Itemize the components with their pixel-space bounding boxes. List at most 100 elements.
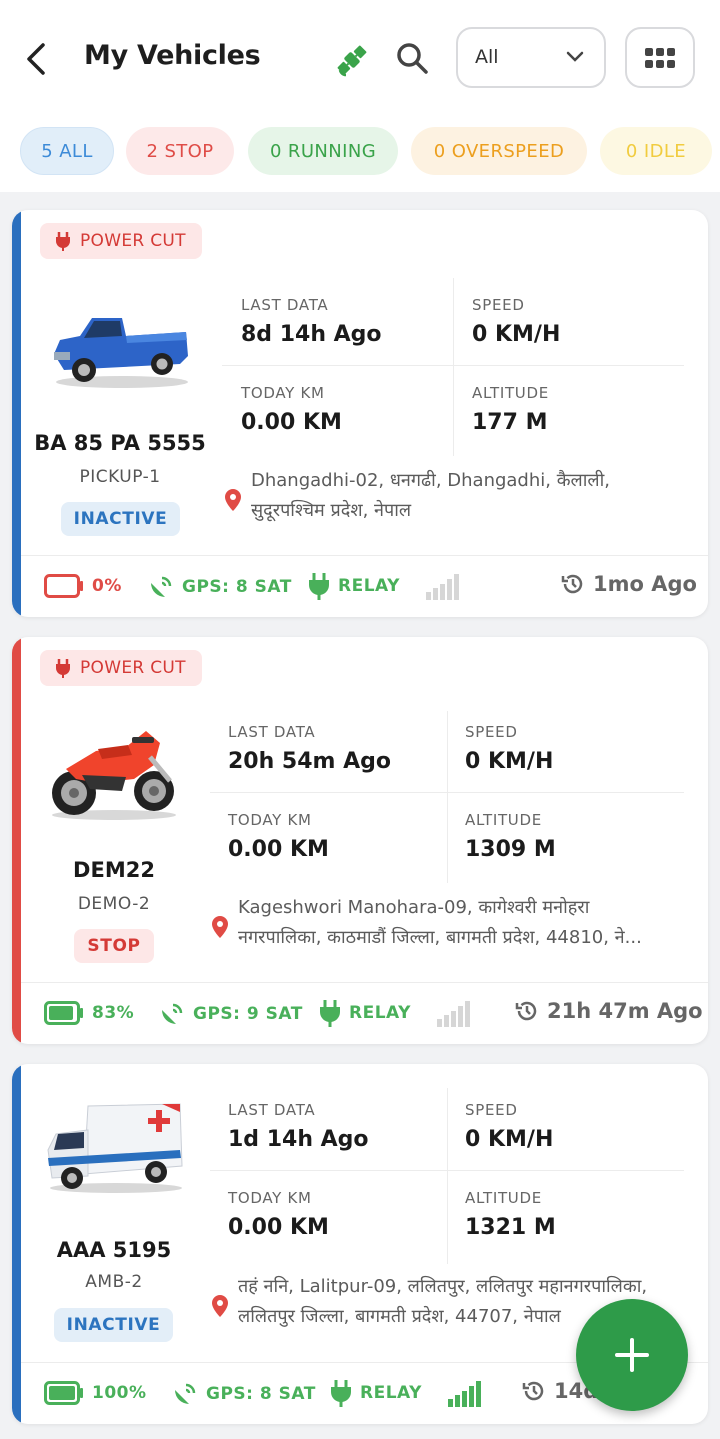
chip-overspeed[interactable]: 0 OVERSPEED <box>411 127 587 175</box>
signal-strength-icon <box>426 574 459 600</box>
altitude-label: ALTITUDE <box>465 1189 542 1207</box>
divider <box>210 1170 684 1171</box>
today-km-value: 0.00 KM <box>228 1215 329 1240</box>
last-data-label: LAST DATA <box>228 723 316 741</box>
gps-status: GPS: 8 SAT <box>172 1381 316 1407</box>
battery-status: 83% <box>44 1001 134 1025</box>
address-line: Dhangadhi-02, धनगढी, Dhangadhi, कैलाली, <box>251 470 610 491</box>
divider <box>453 278 454 456</box>
satellite-dish-icon <box>175 1383 196 1404</box>
history-icon <box>522 1381 544 1401</box>
address-line: Kageshwori Manohara-09, कागेश्वरी मनोहरा <box>238 897 590 918</box>
power-cut-label: POWER CUT <box>80 658 186 678</box>
last-data-value: 1d 14h Ago <box>228 1127 369 1152</box>
location-pin-icon <box>212 916 228 938</box>
vehicle-card[interactable]: POWER CUT BA 85 PA 5555 PICKUP-1 INACTIV… <box>12 210 708 617</box>
grid-icon <box>645 47 675 68</box>
relay-status: RELAY <box>330 1379 422 1407</box>
search-button[interactable] <box>390 36 434 80</box>
address-line: तहं ननि, Lalitpur-09, ललितपुर, ललितपुर म… <box>238 1276 648 1297</box>
divider <box>222 365 684 366</box>
last-update-value: 1mo Ago <box>593 572 697 596</box>
relay-status: RELAY <box>319 999 411 1027</box>
status-badge: STOP <box>74 929 154 963</box>
last-data-label: LAST DATA <box>228 1101 316 1119</box>
power-cut-badge: POWER CUT <box>40 223 202 259</box>
vehicle-model: DEMO-2 <box>77 894 151 914</box>
history-icon <box>515 1001 537 1021</box>
status-badge: INACTIVE <box>54 1308 173 1342</box>
filter-value: All <box>475 46 499 68</box>
add-vehicle-button[interactable] <box>576 1299 688 1411</box>
altitude-value: 1309 M <box>465 837 556 862</box>
today-km-label: TODAY KM <box>241 384 325 402</box>
vehicle-plate: DEM22 <box>73 858 155 882</box>
last-update-value: 21h 47m Ago <box>547 999 703 1023</box>
chevron-down-icon <box>566 51 584 62</box>
power-cut-label: POWER CUT <box>80 231 186 251</box>
power-cut-badge: POWER CUT <box>40 650 202 686</box>
status-stripe <box>12 637 21 1044</box>
battery-status: 0% <box>44 574 122 598</box>
battery-value: 100% <box>92 1383 147 1403</box>
vehicle-plate: AAA 5195 <box>56 1238 172 1262</box>
battery-status: 100% <box>44 1381 147 1405</box>
altitude-label: ALTITUDE <box>465 811 542 829</box>
address-line: सुदूरपश्चिम प्रदेश, नेपाल <box>251 500 412 521</box>
today-km-label: TODAY KM <box>228 811 312 829</box>
satellite-button[interactable] <box>330 38 374 82</box>
status-filter-chips: 5 ALL 2 STOP 0 RUNNING 0 OVERSPEED 0 IDL… <box>0 118 720 192</box>
address-line: नगरपालिका, काठमाडौं जिल्ला, बागमती प्रदे… <box>238 927 642 948</box>
status-stripe <box>12 210 21 617</box>
altitude-value: 1321 M <box>465 1215 556 1240</box>
chip-stop[interactable]: 2 STOP <box>126 127 234 175</box>
divider <box>447 1088 448 1264</box>
altitude-label: ALTITUDE <box>472 384 549 402</box>
relay-label: RELAY <box>349 1003 411 1023</box>
motorcycle-icon <box>52 731 176 820</box>
last-data-label: LAST DATA <box>241 296 329 314</box>
speed-label: SPEED <box>472 296 525 314</box>
speed-value: 0 KM/H <box>465 1127 554 1152</box>
last-update: 21h 47m Ago <box>515 999 703 1023</box>
chip-idle[interactable]: 0 IDLE <box>600 127 712 175</box>
speed-value: 0 KM/H <box>465 749 554 774</box>
last-data-value: 20h 54m Ago <box>228 749 392 774</box>
signal-strength-icon <box>448 1381 481 1407</box>
back-button[interactable] <box>18 38 54 80</box>
relay-status: RELAY <box>308 572 400 600</box>
speed-label: SPEED <box>465 1101 518 1119</box>
speed-value: 0 KM/H <box>472 322 561 347</box>
relay-label: RELAY <box>360 1383 422 1403</box>
search-icon <box>397 43 428 74</box>
divider <box>21 555 708 556</box>
vehicle-filter-select[interactable]: All <box>456 27 606 88</box>
plug-icon <box>56 659 70 678</box>
satellite-icon <box>337 45 367 77</box>
plug-icon <box>309 573 329 600</box>
plus-icon <box>615 1338 649 1372</box>
battery-empty-icon <box>44 574 83 598</box>
pickup-truck-icon <box>54 318 188 388</box>
today-km-value: 0.00 KM <box>228 837 329 862</box>
last-update: 1mo Ago <box>561 572 697 596</box>
history-icon <box>561 574 583 594</box>
battery-value: 0% <box>92 576 122 596</box>
battery-icon <box>44 1001 83 1025</box>
ambulance-icon <box>47 1103 183 1193</box>
status-stripe <box>12 1064 21 1424</box>
gps-value: GPS: 8 SAT <box>182 577 292 597</box>
location-pin-icon <box>225 489 241 511</box>
divider <box>210 792 684 793</box>
chip-all[interactable]: 5 ALL <box>20 127 114 175</box>
vehicle-model: AMB-2 <box>85 1272 143 1292</box>
chip-running[interactable]: 0 RUNNING <box>248 127 398 175</box>
app-header: My Vehicles All <box>0 0 720 118</box>
today-km-label: TODAY KM <box>228 1189 312 1207</box>
plug-icon <box>56 232 70 251</box>
vehicle-card[interactable]: POWER CUT DEM22 DEMO-2 STOP LAST DATA 20… <box>12 637 708 1044</box>
gps-value: GPS: 9 SAT <box>193 1004 303 1024</box>
plug-icon <box>331 1380 351 1407</box>
arrow-left-icon <box>27 43 45 75</box>
grid-view-button[interactable] <box>625 27 695 88</box>
